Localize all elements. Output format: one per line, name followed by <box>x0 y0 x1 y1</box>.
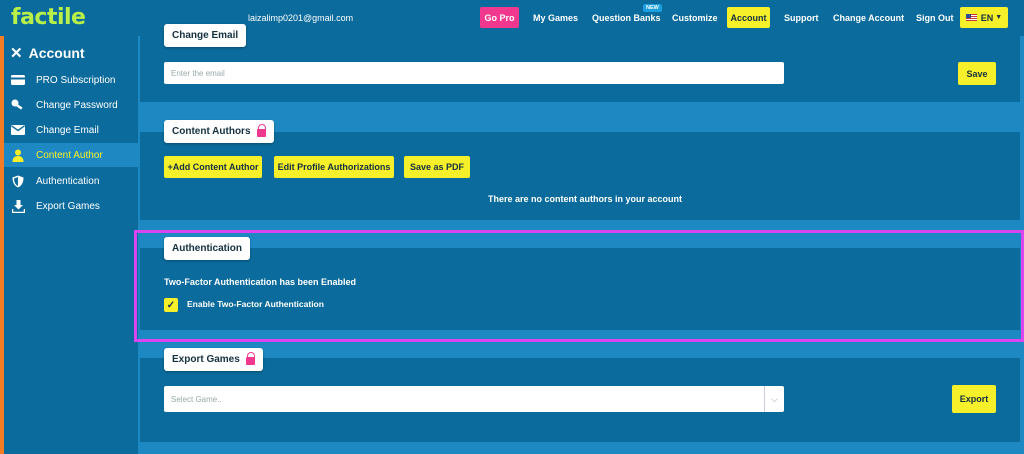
lock-icon <box>256 123 267 137</box>
credit-card-icon <box>10 75 26 85</box>
sidebar-item-content-author[interactable]: Content Author <box>4 143 138 167</box>
sidebar-item-label: Change Password <box>36 99 118 111</box>
nav-account-button[interactable]: Account <box>727 7 770 28</box>
us-flag-icon <box>965 14 977 21</box>
nav-my-games[interactable]: My Games <box>533 13 578 23</box>
nav-support[interactable]: Support <box>784 13 819 23</box>
change-email-card: Change Email Enter the email Save <box>140 24 1020 102</box>
save-as-pdf-button[interactable]: Save as PDF <box>404 156 470 178</box>
export-button[interactable]: Export <box>952 385 996 413</box>
content-authors-title: Content Authors <box>164 120 274 143</box>
sidebar-item-change-email[interactable]: Change Email <box>4 118 138 142</box>
select-game-placeholder: Select Game.. <box>171 394 222 404</box>
sidebar-title-label: Account <box>28 45 85 61</box>
key-icon <box>10 99 26 111</box>
chevron-down-icon[interactable]: ⌵ <box>764 386 784 412</box>
empty-authors-message: There are no content authors in your acc… <box>488 194 683 204</box>
export-games-title-label: Export Games <box>172 354 240 365</box>
content-authors-card: Content Authors +Add Content Author Edit… <box>140 120 1020 220</box>
top-navigation-bar: factile laizalimp0201@gmail.com Go Pro M… <box>0 0 1024 36</box>
shield-icon <box>10 175 26 188</box>
content-authors-title-label: Content Authors <box>172 126 251 137</box>
language-label: EN <box>980 12 994 23</box>
sidebar-item-label: Export Games <box>36 200 100 212</box>
sidebar-item-label: Authentication <box>36 175 100 187</box>
select-game-dropdown[interactable]: Select Game.. ⌵ <box>164 386 784 412</box>
export-games-card: Export Games Select Game.. ⌵ Export <box>140 348 1020 442</box>
nav-sign-out[interactable]: Sign Out <box>916 13 954 23</box>
sidebar-item-label: PRO Subscription <box>36 74 116 86</box>
user-icon <box>10 149 26 162</box>
sidebar-item-label: Change Email <box>36 124 99 136</box>
download-icon <box>10 199 26 213</box>
sidebar-item-export-games[interactable]: Export Games <box>4 194 138 218</box>
user-email: laizalimp0201@gmail.com <box>248 13 354 23</box>
account-sidebar: ✕ Account PRO Subscription Change Passwo… <box>0 36 138 454</box>
nav-change-account[interactable]: Change Account <box>833 13 904 23</box>
envelope-icon <box>10 125 26 135</box>
new-badge: NEW <box>643 4 662 12</box>
change-email-title: Change Email <box>164 24 247 47</box>
add-content-author-button[interactable]: +Add Content Author <box>164 156 262 178</box>
chevron-down-icon: ▼ <box>995 14 1003 21</box>
go-pro-button[interactable]: Go Pro <box>480 7 519 28</box>
nav-question-banks[interactable]: Question Banks <box>592 13 661 23</box>
factile-logo[interactable]: factile <box>11 5 86 30</box>
highlight-frame <box>134 230 1024 342</box>
lock-icon <box>245 351 256 365</box>
close-icon[interactable]: ✕ <box>10 44 23 62</box>
sidebar-title: ✕ Account <box>10 44 85 62</box>
export-games-title: Export Games <box>164 348 263 371</box>
sidebar-item-label: Content Author <box>36 149 103 161</box>
sidebar-item-change-password[interactable]: Change Password <box>4 93 138 117</box>
language-selector[interactable]: EN ▼ <box>960 7 1008 28</box>
sidebar-item-pro-subscription[interactable]: PRO Subscription <box>4 68 138 92</box>
save-button[interactable]: Save <box>958 62 996 85</box>
nav-customize[interactable]: Customize <box>672 13 718 23</box>
email-input[interactable]: Enter the email <box>164 62 784 84</box>
sidebar-item-authentication[interactable]: Authentication <box>4 169 138 193</box>
edit-profile-authorizations-button[interactable]: Edit Profile Authorizations <box>274 156 394 178</box>
